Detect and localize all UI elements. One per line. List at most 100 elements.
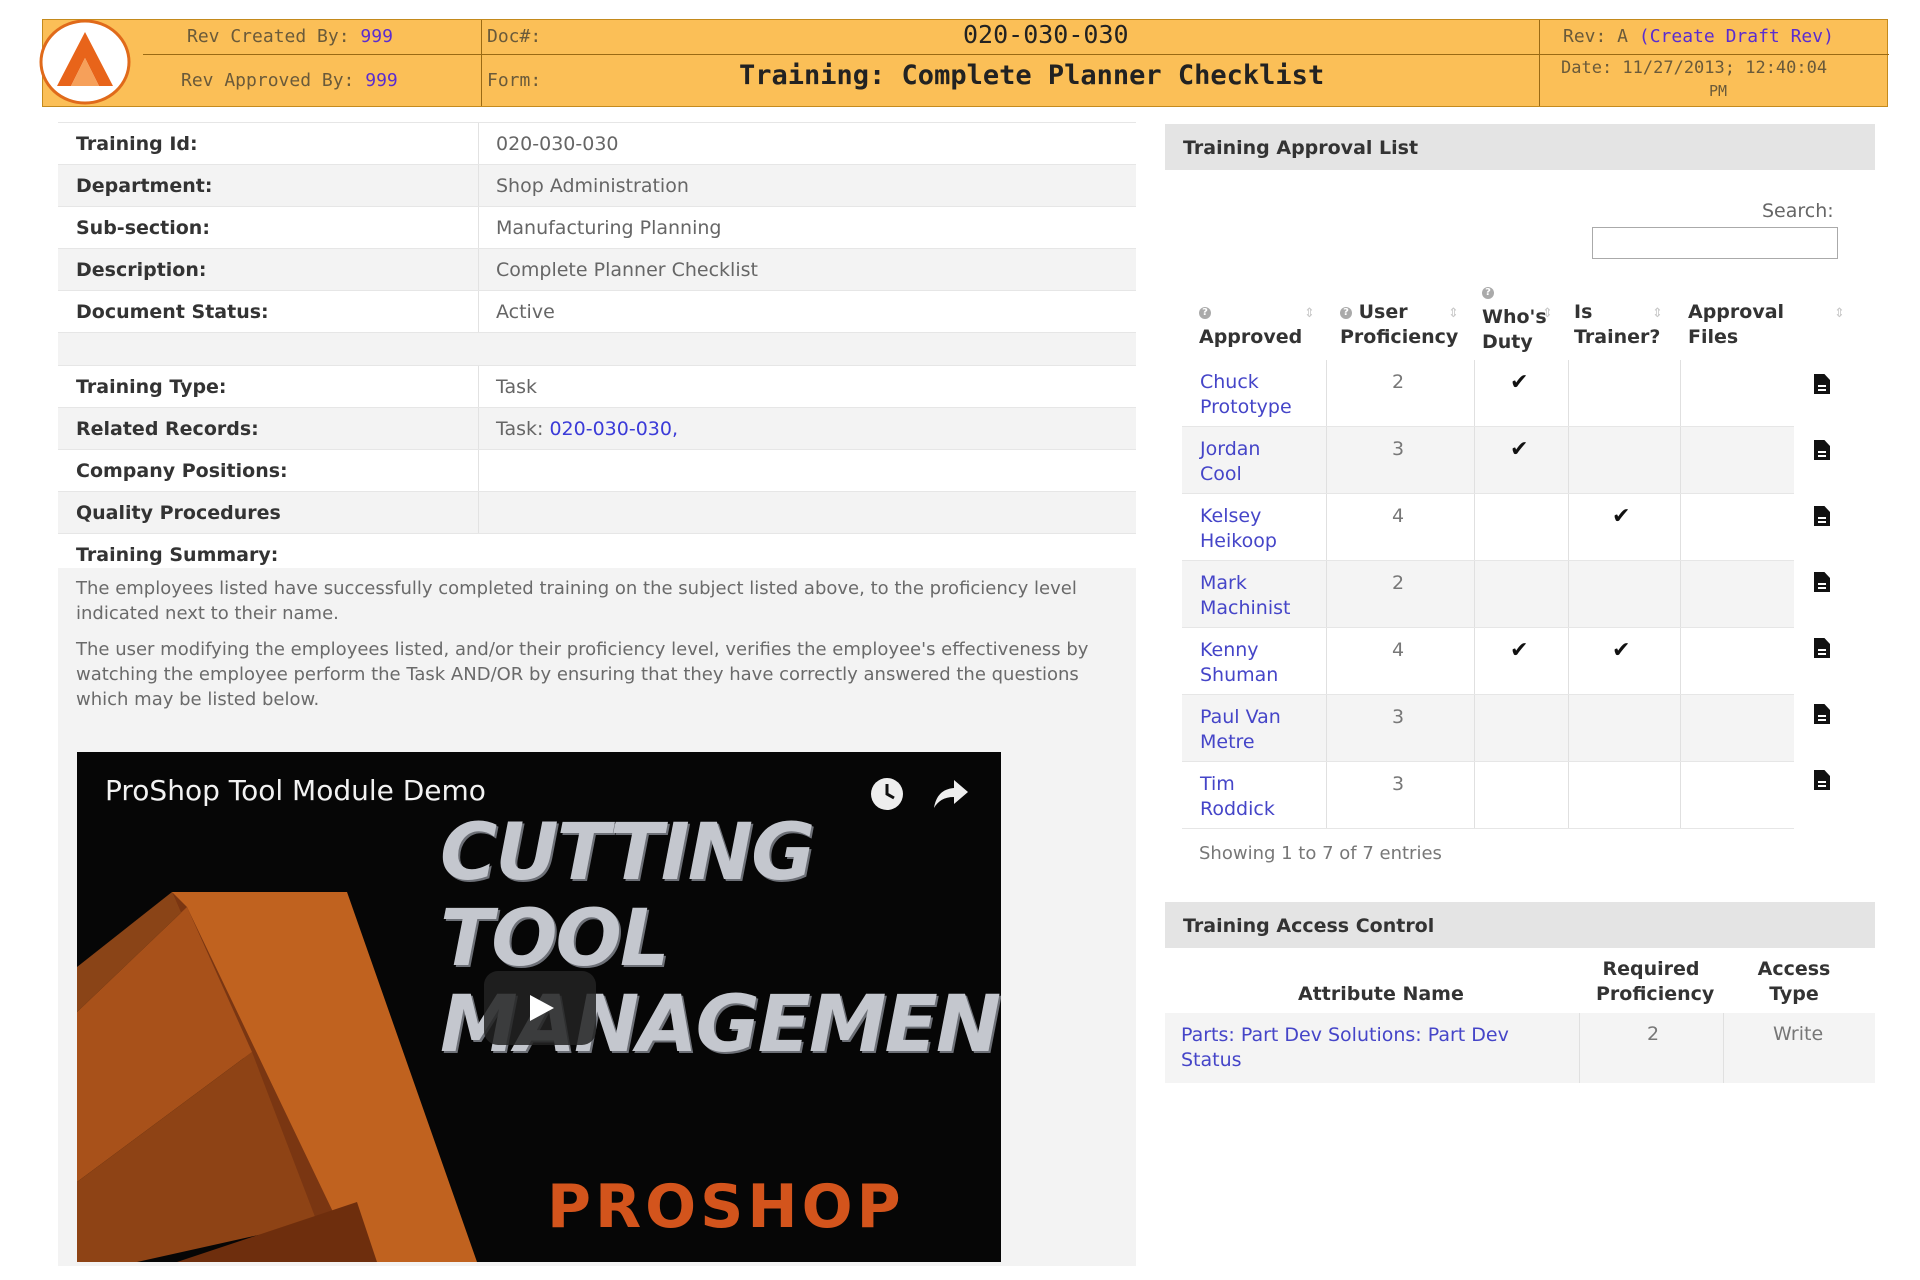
file-icon[interactable] bbox=[1814, 638, 1830, 658]
section-spacer bbox=[58, 332, 1136, 365]
clock-icon[interactable] bbox=[869, 776, 905, 812]
sort-icon[interactable]: ⇕ bbox=[1304, 306, 1315, 321]
employee-name-link[interactable]: Tim Roddick bbox=[1200, 772, 1275, 822]
description-label: Description: bbox=[76, 259, 207, 281]
proficiency-value: 3 bbox=[1392, 706, 1405, 728]
rev-approved-label: Rev Approved By: bbox=[181, 70, 355, 91]
quality-procedures-row: Quality Procedures bbox=[58, 491, 1136, 533]
rev-approved-link[interactable]: 999 bbox=[365, 70, 398, 91]
related-records-row: Related Records: Task: 020-030-030, bbox=[58, 407, 1136, 449]
approval-row: Kelsey Heikoop 4 ✔ bbox=[1182, 494, 1794, 561]
approval-table-body: Chuck Prototype 2 ✔ Jordan Cool 3 ✔ Kelsey Heikoo… bbox=[1182, 360, 1794, 829]
date-label: Date: 11/27/2013; 12:40:04 bbox=[1561, 58, 1828, 78]
training-id-label: Training Id: bbox=[76, 133, 198, 155]
rev-created-label: Rev Created By: bbox=[187, 26, 350, 47]
sort-icon[interactable]: ⇕ bbox=[1448, 306, 1459, 321]
trainer-check-icon: ✔ bbox=[1612, 504, 1631, 529]
document-header: Rev Created By: 999 Rev Approved By: 999… bbox=[39, 19, 1889, 107]
access-table-row: Parts: Part Dev Solutions: Part Dev Statu… bbox=[1165, 1013, 1875, 1083]
proficiency-value: 2 bbox=[1392, 371, 1405, 393]
department-value: Shop Administration bbox=[496, 175, 689, 197]
training-info-table: Training Id: 020-030-030 Department: Sho… bbox=[58, 122, 1136, 575]
create-draft-rev-link[interactable]: (Create Draft Rev) bbox=[1639, 26, 1834, 47]
proficiency-value: 4 bbox=[1392, 639, 1405, 661]
quality-procedures-label: Quality Procedures bbox=[76, 502, 281, 524]
attribute-name-link[interactable]: Parts: Part Dev Solutions: Part Dev Statu… bbox=[1181, 1023, 1509, 1073]
related-records-prefix: Task: bbox=[496, 418, 544, 440]
video-brand-logo: PROSHOP bbox=[547, 1172, 905, 1242]
file-icon[interactable] bbox=[1814, 770, 1830, 790]
video-player[interactable]: ProShop Tool Module Demo CUTTING TOOL MA… bbox=[77, 752, 1001, 1262]
related-records-label: Related Records: bbox=[76, 418, 259, 440]
employee-name-link[interactable]: Jordan Cool bbox=[1200, 437, 1260, 487]
approval-row: Kenny Shuman 4 ✔ ✔ bbox=[1182, 628, 1794, 695]
status-row: Document Status: Active bbox=[58, 290, 1136, 332]
file-icon[interactable] bbox=[1814, 704, 1830, 724]
approval-row: Paul Van Metre 3 bbox=[1182, 695, 1794, 762]
related-record-link[interactable]: 020-030-030, bbox=[549, 418, 678, 440]
summary-paragraph-2: The user modifying the employees listed,… bbox=[76, 639, 1089, 710]
col-duty-header[interactable]: ? Who's Duty bbox=[1482, 280, 1547, 355]
col-trainer-header[interactable]: Is Trainer? bbox=[1574, 300, 1660, 350]
subsection-row: Sub-section: Manufacturing Planning bbox=[58, 206, 1136, 248]
training-summary-label: Training Summary: bbox=[76, 544, 279, 566]
doc-number-label: Doc#: bbox=[487, 26, 542, 47]
description-row: Description: Complete Planner Checklist bbox=[58, 248, 1136, 290]
video-title[interactable]: ProShop Tool Module Demo bbox=[105, 774, 486, 807]
sort-icon[interactable]: ⇕ bbox=[1542, 306, 1553, 321]
col-approved-header[interactable]: ? Approved bbox=[1199, 300, 1302, 350]
proficiency-value: 4 bbox=[1392, 505, 1405, 527]
col-access-type-header: Access Type bbox=[1757, 958, 1831, 1005]
help-icon: ? bbox=[1199, 306, 1211, 319]
rev-created-link[interactable]: 999 bbox=[360, 26, 393, 47]
share-icon[interactable] bbox=[932, 778, 970, 810]
department-label: Department: bbox=[76, 175, 213, 197]
approval-list-header: Training Approval List bbox=[1165, 124, 1875, 170]
employee-name-link[interactable]: Kenny Shuman bbox=[1200, 638, 1278, 688]
department-row: Department: Shop Administration bbox=[58, 164, 1136, 206]
access-control-header: Training Access Control bbox=[1165, 902, 1875, 948]
file-icon[interactable] bbox=[1814, 506, 1830, 526]
video-headline-line-1: CUTTING TOOL bbox=[440, 808, 815, 984]
approval-row: Mark Machinist 2 bbox=[1182, 561, 1794, 628]
form-label: Form: bbox=[487, 70, 542, 91]
sort-icon[interactable]: ⇕ bbox=[1834, 306, 1845, 321]
file-icon[interactable] bbox=[1814, 572, 1830, 592]
description-value: Complete Planner Checklist bbox=[496, 259, 758, 281]
employee-name-link[interactable]: Mark Machinist bbox=[1200, 571, 1290, 621]
access-control-title: Training Access Control bbox=[1183, 915, 1435, 937]
proficiency-value: 3 bbox=[1392, 773, 1405, 795]
help-icon: ? bbox=[1340, 306, 1352, 319]
col-attribute-header: Attribute Name bbox=[1298, 983, 1464, 1005]
play-icon bbox=[530, 995, 554, 1021]
col-files-header[interactable]: Approval Files bbox=[1688, 300, 1784, 350]
employee-name-link[interactable]: Chuck Prototype bbox=[1200, 370, 1292, 420]
search-label: Search: bbox=[1762, 200, 1834, 222]
search-input[interactable] bbox=[1592, 227, 1838, 259]
employee-name-link[interactable]: Paul Van Metre bbox=[1200, 705, 1281, 755]
subsection-value: Manufacturing Planning bbox=[496, 217, 722, 239]
sort-icon[interactable]: ⇕ bbox=[1652, 306, 1663, 321]
date-pm: PM bbox=[1709, 82, 1728, 100]
duty-check-icon: ✔ bbox=[1510, 370, 1529, 395]
file-icon[interactable] bbox=[1814, 374, 1830, 394]
status-label: Document Status: bbox=[76, 301, 269, 323]
col-proficiency-header[interactable]: ? User Proficiency bbox=[1340, 300, 1458, 350]
trainer-check-icon: ✔ bbox=[1612, 638, 1631, 663]
company-positions-row: Company Positions: bbox=[58, 449, 1136, 491]
employee-name-link[interactable]: Kelsey Heikoop bbox=[1200, 504, 1277, 554]
approval-list-title: Training Approval List bbox=[1183, 137, 1419, 159]
entries-info: Showing 1 to 7 of 7 entries bbox=[1199, 843, 1442, 864]
training-id-value: 020-030-030 bbox=[496, 133, 619, 155]
duty-check-icon: ✔ bbox=[1510, 638, 1529, 663]
training-id-row: Training Id: 020-030-030 bbox=[58, 122, 1136, 164]
duty-check-icon: ✔ bbox=[1510, 437, 1529, 462]
rev-label: Rev: A bbox=[1563, 26, 1629, 47]
status-value: Active bbox=[496, 301, 555, 323]
training-type-label: Training Type: bbox=[76, 376, 227, 398]
summary-paragraph-1: The employees listed have successfully c… bbox=[76, 578, 1077, 624]
play-button[interactable] bbox=[484, 971, 596, 1045]
file-icon[interactable] bbox=[1814, 440, 1830, 460]
subsection-label: Sub-section: bbox=[76, 217, 210, 239]
access-type-value: Write bbox=[1773, 1023, 1824, 1045]
